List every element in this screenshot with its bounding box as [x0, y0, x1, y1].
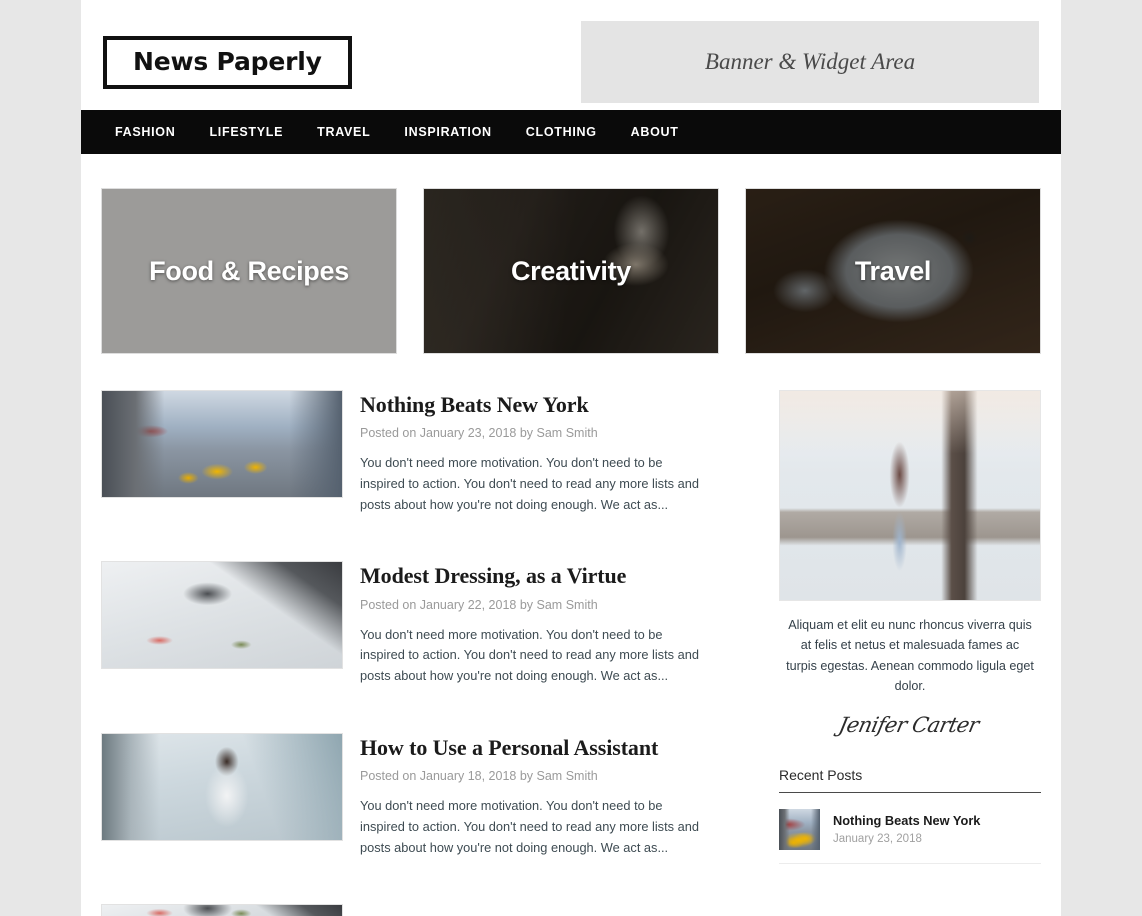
content-area: Nothing Beats New York Posted on January… — [81, 354, 1061, 916]
widget-title-recent-posts: Recent Posts — [779, 767, 1041, 793]
post-thumbnail[interactable] — [101, 561, 343, 670]
nav-item-about[interactable]: ABOUT — [614, 125, 696, 139]
recent-post-content: Nothing Beats New York January 23, 2018 — [820, 813, 980, 845]
post-item: Nothing Beats New York Posted on January… — [101, 390, 721, 515]
category-tile-label: Travel — [854, 255, 932, 286]
post-content: Modest Dressing, as a Virtue Posted on J… — [343, 561, 705, 686]
post-title[interactable]: How to Use a Personal Assistant — [360, 735, 705, 760]
category-tile-travel[interactable]: Travel — [745, 188, 1041, 354]
woman-phone-desk-photo — [102, 733, 342, 840]
nav-item-inspiration[interactable]: INSPIRATION — [387, 125, 508, 139]
post-thumbnail[interactable] — [101, 904, 343, 916]
post-excerpt: You don't need more motivation. You don'… — [360, 455, 699, 512]
recent-post-thumbnail — [779, 808, 820, 850]
post-title[interactable]: Modest Dressing, as a Virtue — [360, 563, 705, 588]
nyc-street-taxis-photo — [102, 391, 342, 497]
widget-about: Aliquam et elit eu nunc rhoncus viverra … — [779, 390, 1041, 741]
category-tile-label: Food & Recipes — [149, 255, 349, 286]
next-post-photo — [102, 905, 342, 916]
recent-post-date: January 23, 2018 — [833, 832, 922, 845]
recent-post-title[interactable]: Nothing Beats New York — [833, 813, 980, 830]
post-thumbnail[interactable] — [101, 390, 343, 498]
post-item: How to Use a Personal Assistant Posted o… — [101, 732, 721, 858]
site-header: News Paperly Banner & Widget Area — [81, 0, 1061, 110]
post-meta: Posted on January 23, 2018 by Sam Smith — [360, 426, 598, 441]
category-tile-label: Creativity — [510, 255, 632, 286]
banner-widget-label: Banner & Widget Area — [704, 49, 916, 74]
widget-recent-posts: Recent Posts Nothing Beats New York Janu… — [779, 767, 1041, 864]
winter-woman-stone-wall-photo — [780, 391, 1040, 600]
post-content: How to Use a Personal Assistant Posted o… — [343, 733, 705, 858]
site-container: News Paperly Banner & Widget Area FASHIO… — [81, 0, 1061, 916]
post-thumbnail[interactable] — [101, 732, 343, 841]
post-item-partial — [101, 904, 721, 916]
category-tile-creativity[interactable]: Creativity — [423, 188, 719, 354]
category-tiles: Food & Recipes Creativity Travel — [81, 154, 1061, 354]
post-excerpt: You don't need more motivation. You don'… — [360, 798, 699, 855]
about-text: Aliquam et elit eu nunc rhoncus viverra … — [786, 618, 1034, 694]
post-content: Nothing Beats New York Posted on January… — [343, 390, 705, 515]
about-image — [779, 390, 1041, 601]
design-desk-photo — [102, 562, 342, 669]
about-signature: Jenifer Carter — [836, 712, 981, 737]
sidebar: Aliquam et elit eu nunc rhoncus viverra … — [779, 390, 1041, 916]
site-logo-text: News Paperly — [133, 46, 322, 76]
post-meta: Posted on January 22, 2018 by Sam Smith — [360, 597, 598, 612]
nyc-street-taxis-thumb — [779, 808, 820, 850]
nav-item-lifestyle[interactable]: LIFESTYLE — [192, 125, 300, 139]
nav-item-travel[interactable]: TRAVEL — [300, 125, 387, 139]
post-list: Nothing Beats New York Posted on January… — [101, 390, 721, 916]
site-logo[interactable]: News Paperly — [103, 35, 352, 89]
banner-widget-area: Banner & Widget Area — [581, 21, 1039, 103]
post-item: Modest Dressing, as a Virtue Posted on J… — [101, 561, 721, 686]
nav-item-fashion[interactable]: FASHION — [98, 125, 192, 139]
primary-navigation: FASHION LIFESTYLE TRAVEL INSPIRATION CLO… — [81, 110, 1061, 154]
post-excerpt: You don't need more motivation. You don'… — [360, 626, 699, 684]
recent-post-item[interactable]: Nothing Beats New York January 23, 2018 — [779, 808, 1041, 864]
category-tile-food[interactable]: Food & Recipes — [101, 188, 397, 354]
nav-item-clothing[interactable]: CLOTHING — [509, 125, 614, 139]
post-meta: Posted on January 18, 2018 by Sam Smith — [360, 769, 598, 784]
post-title[interactable]: Nothing Beats New York — [360, 392, 705, 417]
